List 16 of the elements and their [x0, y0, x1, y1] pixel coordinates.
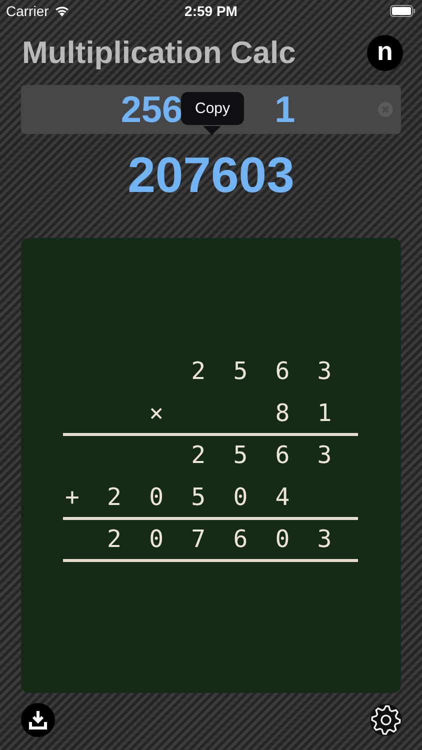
tooltip-pointer-icon	[203, 126, 221, 135]
download-icon	[28, 710, 48, 730]
chalk-digits: 207603	[106, 525, 360, 553]
status-time: 2:59 PM	[184, 3, 238, 19]
wifi-icon	[54, 5, 70, 17]
battery-icon	[390, 5, 416, 17]
download-button[interactable]	[21, 703, 55, 737]
chalk-digits: 2563	[190, 441, 360, 469]
carrier-label: Carrier	[6, 3, 49, 19]
app-title: Multiplication Calc	[22, 35, 296, 71]
result-value: 207603	[126, 146, 296, 204]
chalk-digits: × 81	[148, 399, 360, 427]
gear-icon	[369, 703, 403, 737]
logo-button[interactable]: n	[367, 35, 403, 71]
chalk-digits: 2563	[190, 357, 360, 385]
chalk-digits: +20504	[64, 483, 318, 511]
